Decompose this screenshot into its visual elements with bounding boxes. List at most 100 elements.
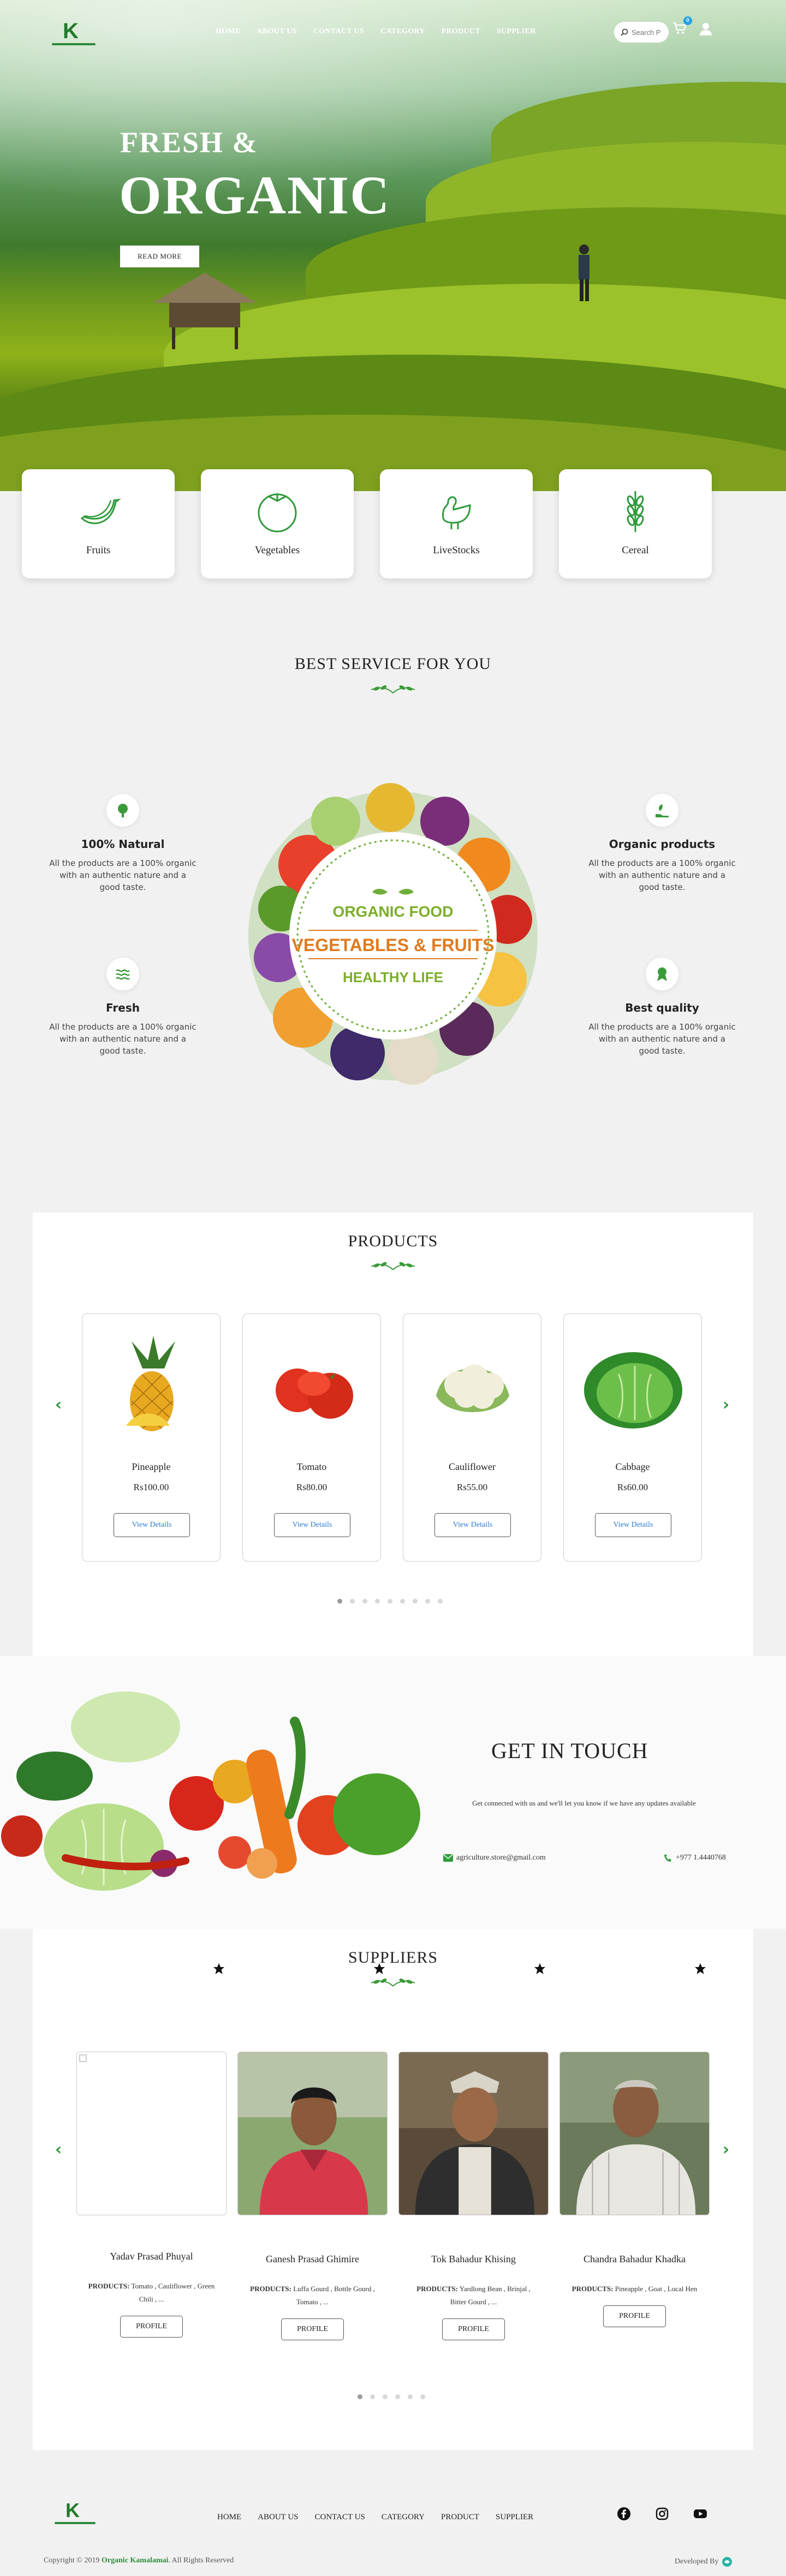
nav-contact-us[interactable]: CONTACT US [313, 27, 364, 36]
star-icon [534, 1963, 545, 1974]
waves-icon [106, 958, 139, 990]
developed-by: Developed By [675, 2556, 733, 2567]
footer-nav-category[interactable]: CATEGORY [382, 2513, 425, 2522]
search-icon[interactable] [621, 28, 628, 36]
cart-count-badge: 0 [683, 16, 692, 25]
supplier-photo [398, 2052, 549, 2215]
products-next-arrow[interactable]: › [719, 1397, 733, 1413]
contact-email[interactable]: agriculture.store@gmail.com [443, 1854, 546, 1862]
nav-product[interactable]: PRODUCT [442, 27, 480, 36]
developer-logo-icon[interactable] [722, 2556, 733, 2567]
suppliers-title: SUPPLIERS [348, 1949, 438, 1967]
supplier-photo-placeholder [76, 2052, 227, 2215]
contact-phone[interactable]: +977 1.4440768 [664, 1854, 726, 1862]
contact-subtitle: Get connected with us and we'll let you … [472, 1799, 696, 1807]
profile-button[interactable]: PROFILE [442, 2318, 505, 2340]
supplier-products-label: PRODUCTS: [571, 2285, 614, 2293]
profile-button[interactable]: PROFILE [603, 2305, 666, 2327]
supplier-card: Tok Bahadur Khising PRODUCTS: Yardlong B… [398, 2052, 549, 2340]
products-prev-arrow[interactable]: ‹ [52, 1397, 65, 1413]
supplier-name: Chandra Bahadur Khadka [583, 2254, 686, 2264]
feature-title: Organic products [609, 838, 716, 851]
supplier-products-text: Yardlong Bean , Brinjal , Bitter Gourd ,… [450, 2285, 531, 2306]
carousel-dot[interactable] [362, 1599, 367, 1604]
category-label: Vegetables [254, 545, 300, 556]
category-cereal[interactable]: Cereal [559, 469, 712, 578]
supplier-products: PRODUCTS: Luffa Gourd , Bottle Gourd , T… [247, 2282, 378, 2309]
category-label: Cereal [622, 545, 649, 556]
nav-category[interactable]: CATEGORY [380, 27, 425, 36]
footer-logo[interactable]: K [55, 2499, 96, 2526]
carousel-dot[interactable] [350, 1599, 355, 1604]
footer-nav-about-us[interactable]: ABOUT US [258, 2513, 298, 2522]
feature-fresh: Fresh All the products are a 100% organi… [49, 958, 196, 1057]
category-fruits[interactable]: Fruits [22, 469, 175, 578]
category-livestocks[interactable]: LiveStocks [380, 469, 533, 578]
feature-text: All the products are a 100% organic with… [588, 1022, 736, 1056]
carousel-dot[interactable] [383, 2394, 388, 2399]
product-card[interactable]: Tomato Rs80.00 View Details [242, 1313, 381, 1562]
view-details-button[interactable]: View Details [434, 1513, 511, 1537]
category-vegetables[interactable]: Vegetables [201, 469, 354, 578]
carousel-dot[interactable] [413, 1599, 418, 1604]
contact-section: GET IN TOUCH Get connected with us and w… [0, 1656, 786, 1929]
search-box[interactable] [614, 22, 669, 43]
supplier-products-label: PRODUCTS: [416, 2285, 458, 2293]
contact-title: GET IN TOUCH [491, 1738, 648, 1763]
supplier-card: Chandra Bahadur Khadka PRODUCTS: Pineapp… [559, 2052, 710, 2327]
view-details-button[interactable]: View Details [595, 1513, 671, 1537]
youtube-icon[interactable] [693, 2507, 707, 2521]
star-icon [374, 1963, 385, 1974]
contact-email-text[interactable]: agriculture.store@gmail.com [456, 1854, 546, 1862]
carousel-dot[interactable] [337, 1599, 342, 1604]
facebook-icon[interactable] [617, 2507, 631, 2521]
carousel-dot[interactable] [388, 1599, 392, 1604]
wreath-line2: VEGETABLES & FRUITS [292, 935, 495, 955]
cart-button[interactable]: 0 [672, 16, 692, 38]
profile-button[interactable]: PROFILE [120, 2316, 183, 2338]
contact-phone-text[interactable]: +977 1.4440768 [676, 1854, 726, 1862]
nav-home[interactable]: HOME [216, 27, 241, 36]
footer-nav-product[interactable]: PRODUCT [441, 2513, 479, 2522]
carousel-dot[interactable] [438, 1599, 443, 1604]
product-card[interactable]: Cauliflower Rs55.00 View Details [403, 1313, 541, 1562]
carousel-dot[interactable] [358, 2394, 362, 2399]
view-details-button[interactable]: View Details [274, 1513, 350, 1537]
feature-text: All the products are a 100% organic with… [588, 858, 736, 892]
instagram-icon[interactable] [655, 2507, 669, 2521]
product-card[interactable]: Cabbage Rs60.00 View Details [563, 1313, 702, 1562]
suppliers-prev-arrow[interactable]: ‹ [52, 2142, 65, 2158]
quality-badge-icon [646, 958, 678, 990]
footer-nav-supplier[interactable]: SUPPLIER [496, 2513, 533, 2522]
copyright-prefix: Copyright © 2019 [44, 2556, 100, 2565]
brand-logo[interactable]: K [52, 19, 96, 49]
wheat-icon [627, 491, 644, 532]
nav-about-us[interactable]: ABOUT US [257, 27, 297, 36]
cabbage-image [584, 1352, 682, 1429]
view-details-button[interactable]: View Details [114, 1513, 190, 1537]
carousel-dot[interactable] [370, 2394, 375, 2399]
footer-nav-home[interactable]: HOME [217, 2513, 241, 2522]
carousel-dot[interactable] [395, 2394, 400, 2399]
suppliers-next-arrow[interactable]: › [719, 2142, 733, 2158]
carousel-dot[interactable] [420, 2394, 425, 2399]
footer-nav-contact-us[interactable]: CONTACT US [315, 2513, 365, 2522]
nav-supplier[interactable]: SUPPLIER [497, 27, 536, 36]
profile-button[interactable]: PROFILE [281, 2318, 344, 2340]
search-input[interactable] [632, 28, 664, 37]
carousel-dot[interactable] [408, 2394, 413, 2399]
product-price: Rs100.00 [133, 1482, 169, 1492]
carousel-dot[interactable] [425, 1599, 430, 1604]
supplier-card: Yadav Prasad Phuyal PRODUCTS: Tomato , C… [76, 2052, 227, 2338]
logo-mark: K [66, 2499, 80, 2521]
product-name: Cauliflower [449, 1461, 496, 1472]
user-account-icon[interactable] [699, 22, 713, 36]
carousel-dot[interactable] [400, 1599, 405, 1604]
feature-title: Fresh [106, 1001, 140, 1014]
supplier-products-text: Luffa Gourd , Bottle Gourd , Tomato , ..… [293, 2285, 375, 2306]
copyright-brand[interactable]: Organic Kamalamai [102, 2556, 169, 2565]
product-card[interactable]: Pineapple Rs100.00 View Details [82, 1313, 221, 1562]
product-price: Rs80.00 [296, 1482, 327, 1492]
carousel-dot[interactable] [375, 1599, 380, 1604]
read-more-button[interactable]: READ MORE [120, 246, 199, 267]
